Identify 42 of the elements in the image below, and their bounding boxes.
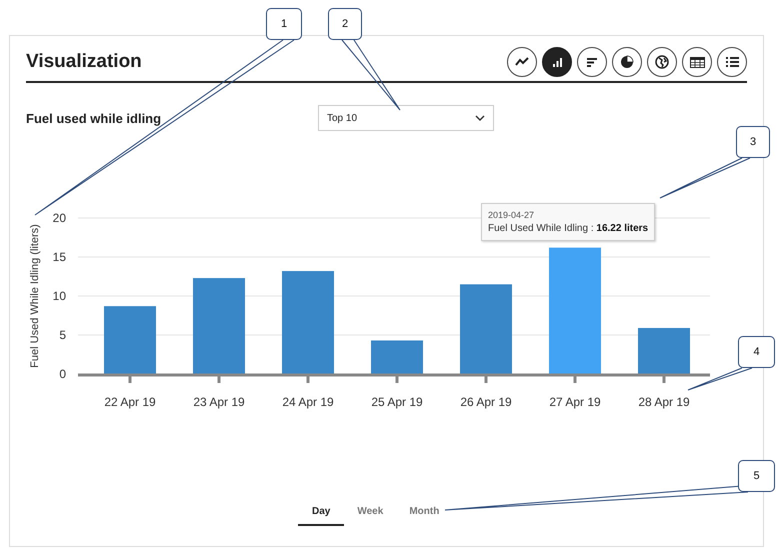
chart-type-button[interactable] xyxy=(682,47,712,77)
x-tick-label: 27 Apr 19 xyxy=(549,395,601,409)
period-tab[interactable]: Week xyxy=(344,502,396,526)
chart-type-button[interactable] xyxy=(577,47,607,77)
x-tick-label: 28 Apr 19 xyxy=(638,395,690,409)
table-icon xyxy=(690,56,704,68)
chart-subtitle: Fuel used while idling xyxy=(26,111,162,126)
y-tick-label: 5 xyxy=(59,328,66,342)
list-icon xyxy=(726,57,738,67)
chart-tooltip: 2019-04-27 Fuel Used While Idling : 16.22 liters xyxy=(481,203,656,241)
y-tick-label: 0 xyxy=(59,367,66,381)
leader-line xyxy=(688,368,752,390)
callout-label: 4 xyxy=(738,336,775,368)
chart-type-button[interactable] xyxy=(717,47,747,77)
globe-icon xyxy=(655,55,669,69)
callout-label: 1 xyxy=(266,8,302,40)
x-tick-label: 22 Apr 19 xyxy=(104,395,156,409)
callout-label: 3 xyxy=(736,126,770,158)
leader-line xyxy=(342,40,400,110)
y-tick-label: 10 xyxy=(52,289,66,303)
y-tick-label: 20 xyxy=(52,211,66,225)
x-tick-label: 23 Apr 19 xyxy=(193,395,245,409)
chart-type-button[interactable] xyxy=(507,47,537,77)
chart-type-button[interactable] xyxy=(542,47,572,77)
panel-title: Visualization xyxy=(26,51,142,73)
x-tick-label: 24 Apr 19 xyxy=(282,395,334,409)
x-tick-label: 25 Apr 19 xyxy=(371,395,423,409)
chart-type-button[interactable] xyxy=(647,47,677,77)
x-tick-label: 26 Apr 19 xyxy=(460,395,512,409)
period-tab[interactable]: Month xyxy=(396,502,452,526)
callout-label: 5 xyxy=(738,460,775,492)
pie-chart-icon xyxy=(620,55,634,69)
chart-type-button[interactable] xyxy=(612,47,642,77)
callout-label: 2 xyxy=(328,8,362,40)
y-tick-label: 15 xyxy=(52,250,66,264)
bar-chart-icon xyxy=(552,58,562,66)
top-dropdown[interactable]: Top 10 xyxy=(318,105,494,131)
y-axis-title: Fuel Used While Idling (liters) xyxy=(29,224,41,368)
chevron-down-icon xyxy=(475,115,485,121)
line-chart-icon xyxy=(515,57,529,67)
period-tab[interactable]: Day xyxy=(298,502,344,526)
horizontal-bars-icon xyxy=(587,58,597,66)
